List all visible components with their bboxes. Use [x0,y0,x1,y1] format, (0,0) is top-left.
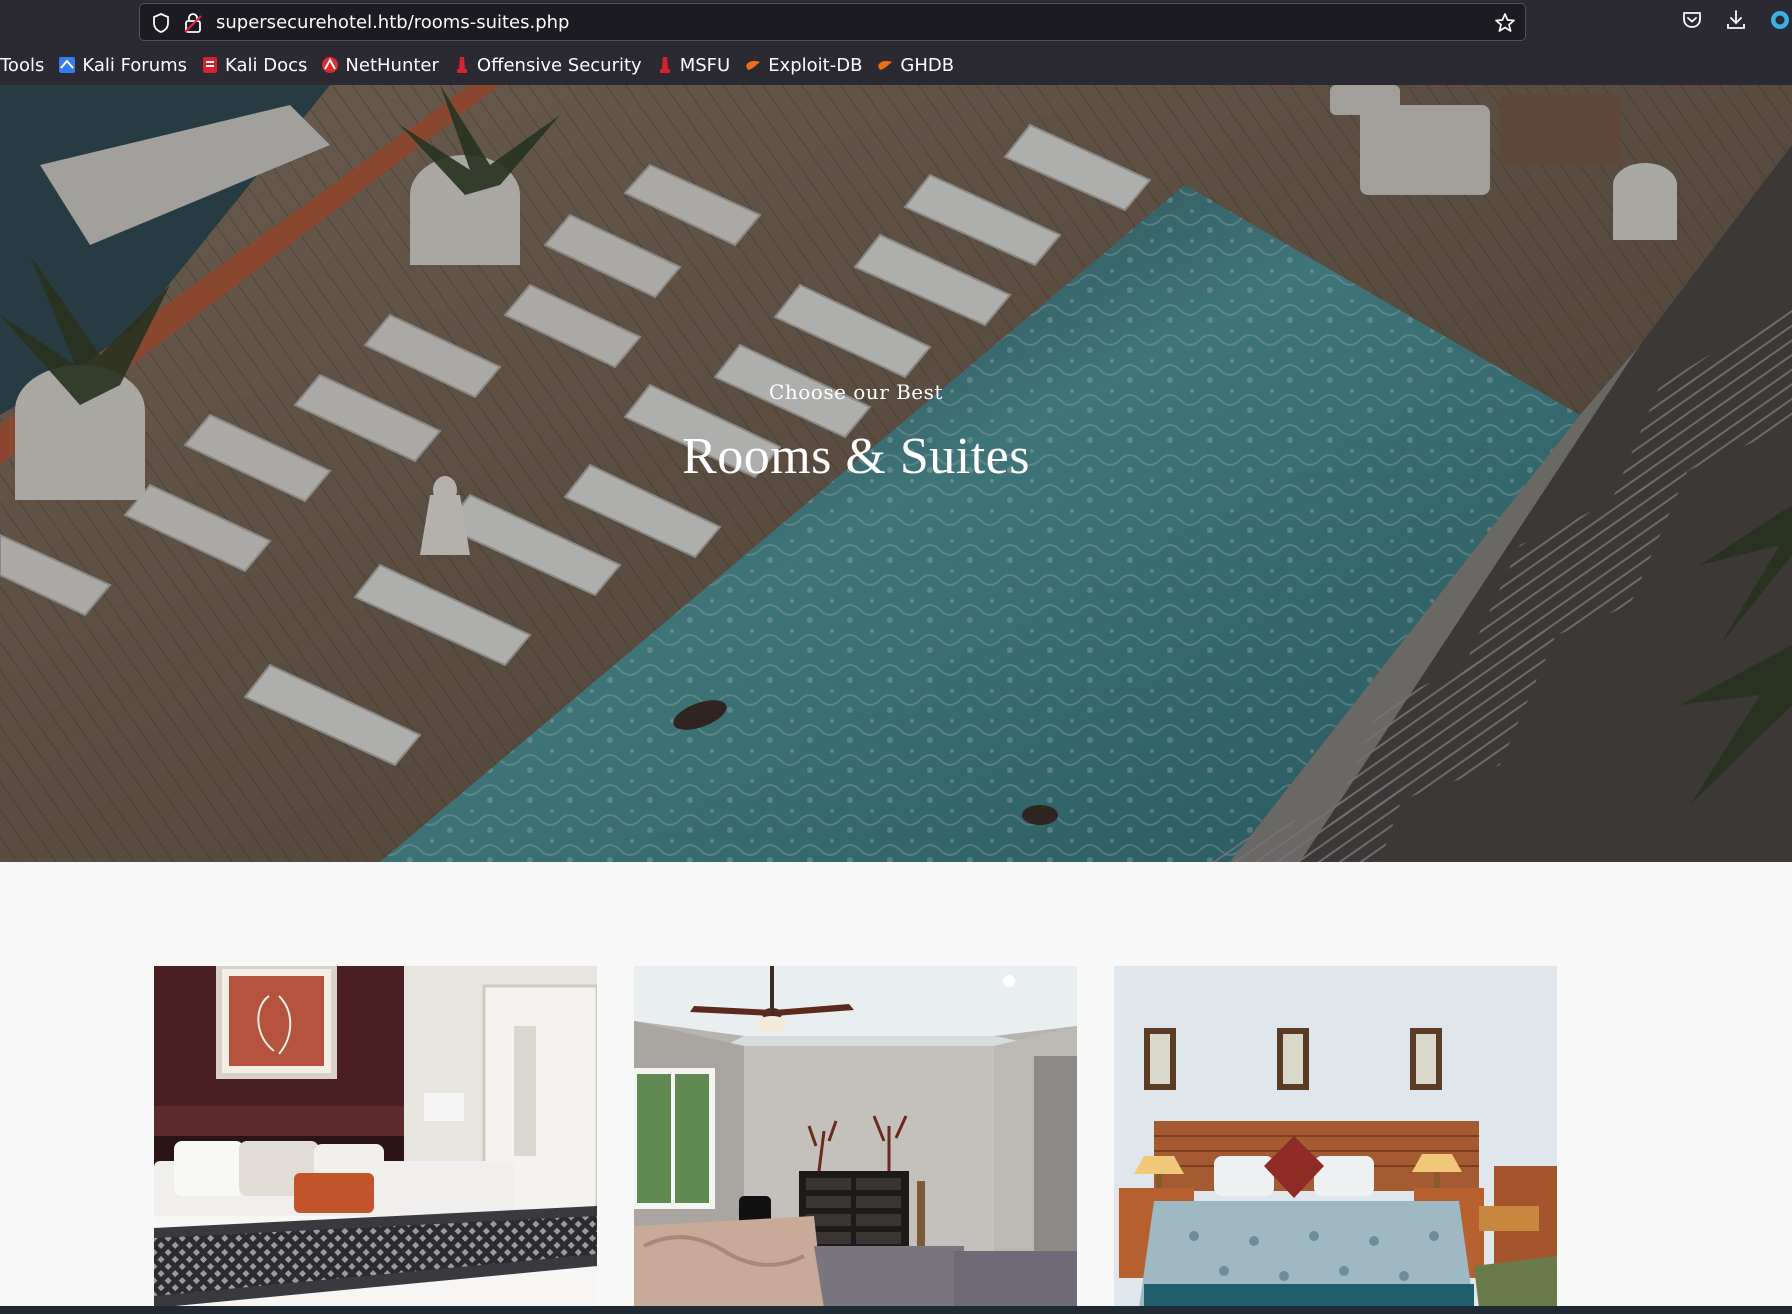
nethunter-icon [322,57,339,73]
bedroom-photo [1114,966,1557,1308]
exploit-db-icon [746,61,761,70]
bookmark-label: GHDB [900,54,955,76]
bookmark-label: NetHunter [345,54,439,76]
room-card-1[interactable] [154,966,597,1308]
tracking-shield-icon[interactable] [150,12,172,34]
bookmark-ghdb[interactable]: GHDB [876,55,954,76]
bookmark-kali-forums[interactable]: Kali Forums [58,55,187,76]
bookmarks-toolbar: Tools Kali Forums Kali Docs NetHunter Of… [0,48,968,82]
rooms-grid [0,862,1792,1308]
bookmark-label: Exploit-DB [768,54,863,76]
downloads-icon[interactable] [1724,8,1748,32]
kali-forums-icon [59,57,76,73]
bottom-strip [0,1306,1792,1314]
bedroom-photo [634,966,1077,1308]
bookmark-label: Tools [0,54,45,76]
room-card-3[interactable] [1114,966,1557,1308]
bookmark-label: Kali Docs [225,54,308,76]
insecure-lock-icon[interactable] [183,12,203,34]
bookmark-kali-docs[interactable]: Kali Docs [201,55,307,76]
bookmark-tools[interactable]: Tools [0,55,44,76]
pocket-icon[interactable] [1680,8,1704,32]
bookmark-star-icon[interactable] [1493,11,1517,35]
browser-toolbar: supersecurehotel.htb/rooms-suites.php To… [0,0,1792,85]
ghdb-icon [878,61,893,70]
room-card-2[interactable] [634,966,1077,1308]
bookmark-msfu[interactable]: MSFU [656,55,730,76]
account-icon[interactable] [1768,8,1792,32]
hero-title: Rooms & Suites [682,428,1030,485]
msfu-icon [659,57,670,73]
bookmark-offensive-security[interactable]: Offensive Security [453,55,642,76]
bookmark-exploit-db[interactable]: Exploit-DB [744,55,862,76]
bookmark-label: MSFU [679,54,731,76]
offensive-security-icon [456,57,467,73]
kali-docs-icon [203,57,218,73]
hero-subtitle: Choose our Best [769,380,943,404]
bookmark-nethunter[interactable]: NetHunter [321,54,439,76]
url-text[interactable]: supersecurehotel.htb/rooms-suites.php [216,12,569,34]
bedroom-photo [154,966,597,1308]
bookmark-label: Kali Forums [82,54,188,76]
url-bar[interactable]: supersecurehotel.htb/rooms-suites.php [139,3,1526,41]
bookmark-label: Offensive Security [476,54,642,76]
hero-banner: Choose our Best Rooms & Suites [0,85,1792,862]
